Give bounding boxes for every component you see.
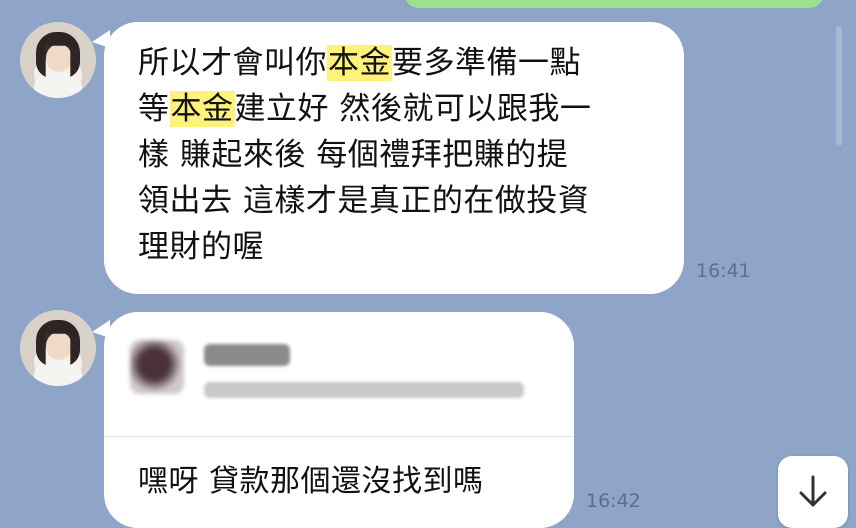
message-timestamp: 16:41 <box>696 260 751 282</box>
text-segment: 所以才會叫你 <box>138 45 327 81</box>
message-line: 理財的喔 <box>138 229 264 265</box>
message-text: 嘿呀 貸款那個還沒找到嗎 <box>138 464 484 499</box>
message-line: 樣 賺起來後 每個禮拜把賺的提 <box>138 137 569 173</box>
text-segment: 等 <box>138 91 170 127</box>
chat-area[interactable]: 所以才會叫你本金要多準備一點 等本金建立好 然後就可以跟我一 樣 賺起來後 每個… <box>0 0 856 528</box>
reply-message-bubble[interactable]: 嘿呀 貸款那個還沒找到嗎 <box>92 312 574 528</box>
message-line: 領出去 這樣才是真正的在做投資 <box>138 183 590 219</box>
text-segment: 建立好 然後就可以跟我一 <box>234 91 592 127</box>
avatar-body <box>34 360 82 386</box>
blurred-quoted-name <box>204 344 290 366</box>
quote-divider <box>104 436 574 437</box>
sender-avatar[interactable] <box>20 310 96 386</box>
blurred-quoted-avatar <box>130 340 184 394</box>
message-line: 所以才會叫你本金要多準備一點 <box>138 40 668 86</box>
blurred-quoted-text <box>204 382 524 398</box>
scroll-to-bottom-button[interactable] <box>778 456 848 528</box>
avatar-face <box>46 44 72 72</box>
message-line: 等本金建立好 然後就可以跟我一 <box>138 86 668 132</box>
sender-avatar[interactable] <box>20 22 96 98</box>
arrow-down-icon <box>799 475 827 507</box>
message-bubble[interactable]: 所以才會叫你本金要多準備一點 等本金建立好 然後就可以跟我一 樣 賺起來後 每個… <box>92 22 684 294</box>
sent-message-bubble[interactable] <box>404 0 824 8</box>
text-segment: 要多準備一點 <box>392 45 581 81</box>
message-text: 所以才會叫你本金要多準備一點 等本金建立好 然後就可以跟我一 樣 賺起來後 每個… <box>138 40 668 270</box>
message-timestamp: 16:42 <box>586 490 641 512</box>
highlighted-keyword: 本金 <box>169 91 235 127</box>
scrollbar[interactable] <box>836 26 842 146</box>
avatar-face <box>46 332 72 360</box>
avatar-body <box>34 72 82 98</box>
highlighted-keyword: 本金 <box>327 45 392 81</box>
quoted-message[interactable] <box>104 312 574 436</box>
